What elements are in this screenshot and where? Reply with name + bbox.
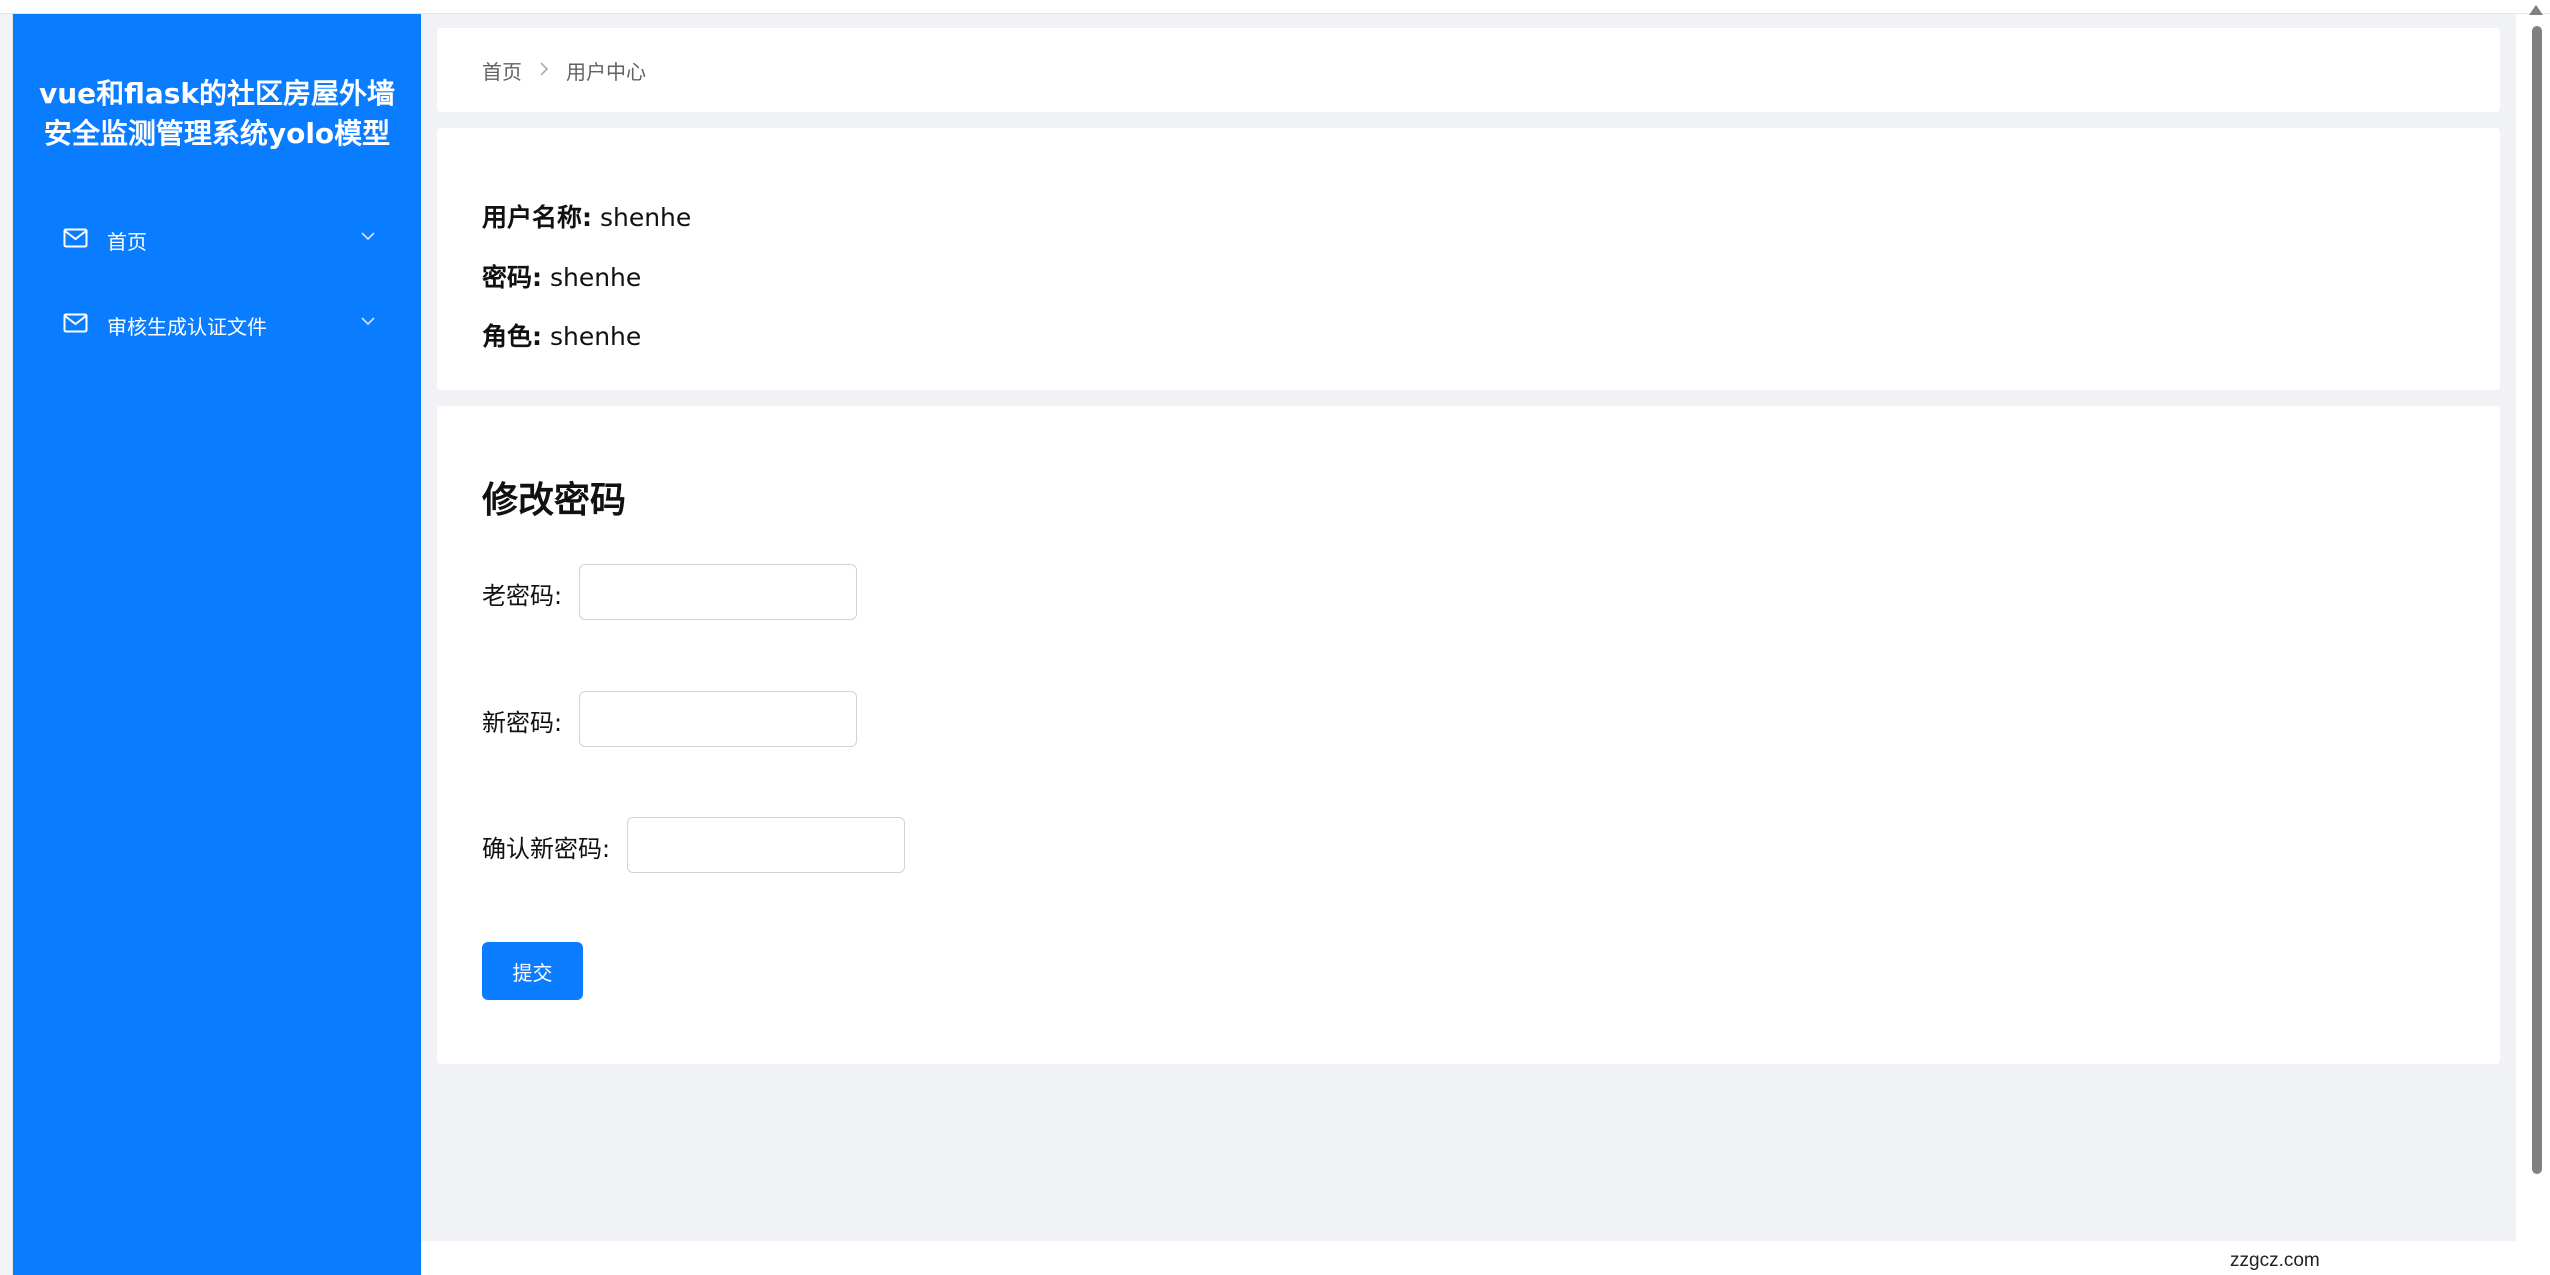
mail-icon bbox=[63, 313, 88, 333]
chevron-down-icon bbox=[361, 232, 375, 241]
role-value: shenhe bbox=[549, 322, 642, 351]
new-password-input[interactable] bbox=[579, 691, 857, 747]
breadcrumb: 首页 用户中心 bbox=[437, 28, 2500, 112]
change-password-title: 修改密码 bbox=[482, 480, 627, 521]
breadcrumb-home[interactable]: 首页 bbox=[482, 56, 522, 85]
confirm-password-input[interactable] bbox=[627, 817, 905, 873]
username-label: 用户名称: bbox=[482, 203, 592, 232]
mail-icon bbox=[63, 228, 88, 248]
password-row: 密码: shenhe bbox=[482, 258, 641, 294]
role-label: 角色: bbox=[482, 322, 542, 351]
confirm-password-label: 确认新密码: bbox=[482, 835, 611, 863]
scrollbar-thumb[interactable] bbox=[2532, 26, 2542, 1174]
sidebar-item-label: 首页 bbox=[107, 229, 147, 254]
scroll-up-arrow-icon[interactable] bbox=[2529, 5, 2543, 15]
old-password-label: 老密码: bbox=[482, 582, 563, 610]
user-info-card: 用户名称: shenhe 密码: shenhe 角色: shenhe bbox=[437, 128, 2500, 390]
role-row: 角色: shenhe bbox=[482, 317, 641, 353]
username-value: shenhe bbox=[599, 203, 692, 232]
sidebar-item-home[interactable]: 首页 bbox=[13, 205, 421, 275]
app-title: vue和flask的社区房屋外墙安全监测管理系统yolo模型 bbox=[38, 77, 396, 150]
change-password-card: 修改密码 老密码: 新密码: 确认新密码: 提交 bbox=[437, 406, 2500, 1064]
new-password-label: 新密码: bbox=[482, 709, 563, 737]
breadcrumb-current: 用户中心 bbox=[566, 59, 646, 84]
main-content: 首页 用户中心 用户名称: shenhe 密码: shenhe 角色: shen… bbox=[421, 14, 2516, 1241]
username-row: 用户名称: shenhe bbox=[482, 198, 691, 234]
chevron-down-icon bbox=[361, 317, 375, 326]
sidebar-item-review[interactable]: 审核生成认证文件 bbox=[13, 290, 421, 360]
window-top-edge bbox=[0, 0, 2550, 14]
password-label: 密码: bbox=[482, 263, 542, 292]
sidebar-item-label: 审核生成认证文件 bbox=[107, 314, 267, 339]
chevron-right-icon bbox=[538, 58, 550, 82]
submit-button[interactable]: 提交 bbox=[482, 942, 583, 1000]
watermark: zzgcz.com bbox=[2230, 1250, 2320, 1271]
old-password-input[interactable] bbox=[579, 564, 857, 620]
password-value: shenhe bbox=[549, 263, 642, 292]
window-left-edge bbox=[0, 14, 13, 1275]
sidebar: vue和flask的社区房屋外墙安全监测管理系统yolo模型 首页 审核生成认证… bbox=[13, 14, 421, 1275]
app-window: vue和flask的社区房屋外墙安全监测管理系统yolo模型 首页 审核生成认证… bbox=[0, 0, 2550, 1275]
